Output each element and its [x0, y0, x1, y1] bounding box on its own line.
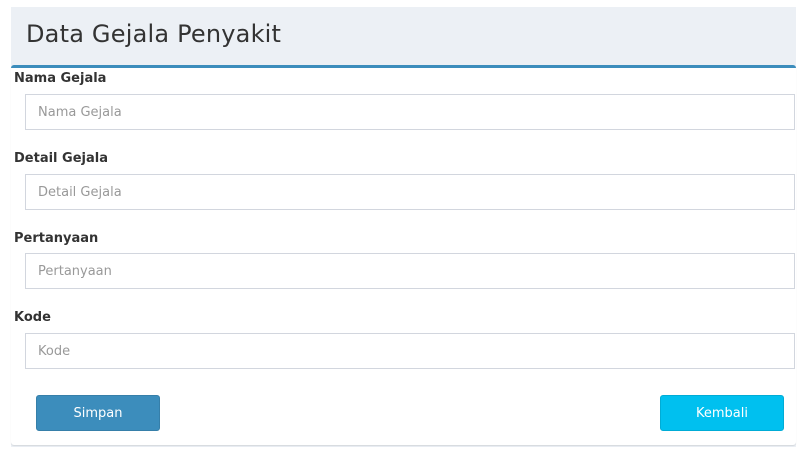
kode-input[interactable]: [25, 333, 795, 369]
pertanyaan-input[interactable]: [25, 253, 795, 289]
content-wrapper: Data Gejala Penyakit Nama Gejala Detail …: [11, 7, 796, 447]
kode-label: Kode: [14, 310, 51, 325]
form-box: Nama Gejala Detail Gejala Pertanyaan Kod…: [11, 65, 796, 445]
back-button[interactable]: Kembali: [660, 395, 784, 431]
nama-gejala-input[interactable]: [25, 94, 795, 130]
detail-gejala-label: Detail Gejala: [14, 151, 108, 166]
nama-gejala-label: Nama Gejala: [14, 71, 107, 86]
detail-gejala-input[interactable]: [25, 174, 795, 210]
page-title: Data Gejala Penyakit: [26, 20, 282, 48]
pertanyaan-label: Pertanyaan: [14, 231, 99, 246]
save-button[interactable]: Simpan: [36, 395, 160, 431]
